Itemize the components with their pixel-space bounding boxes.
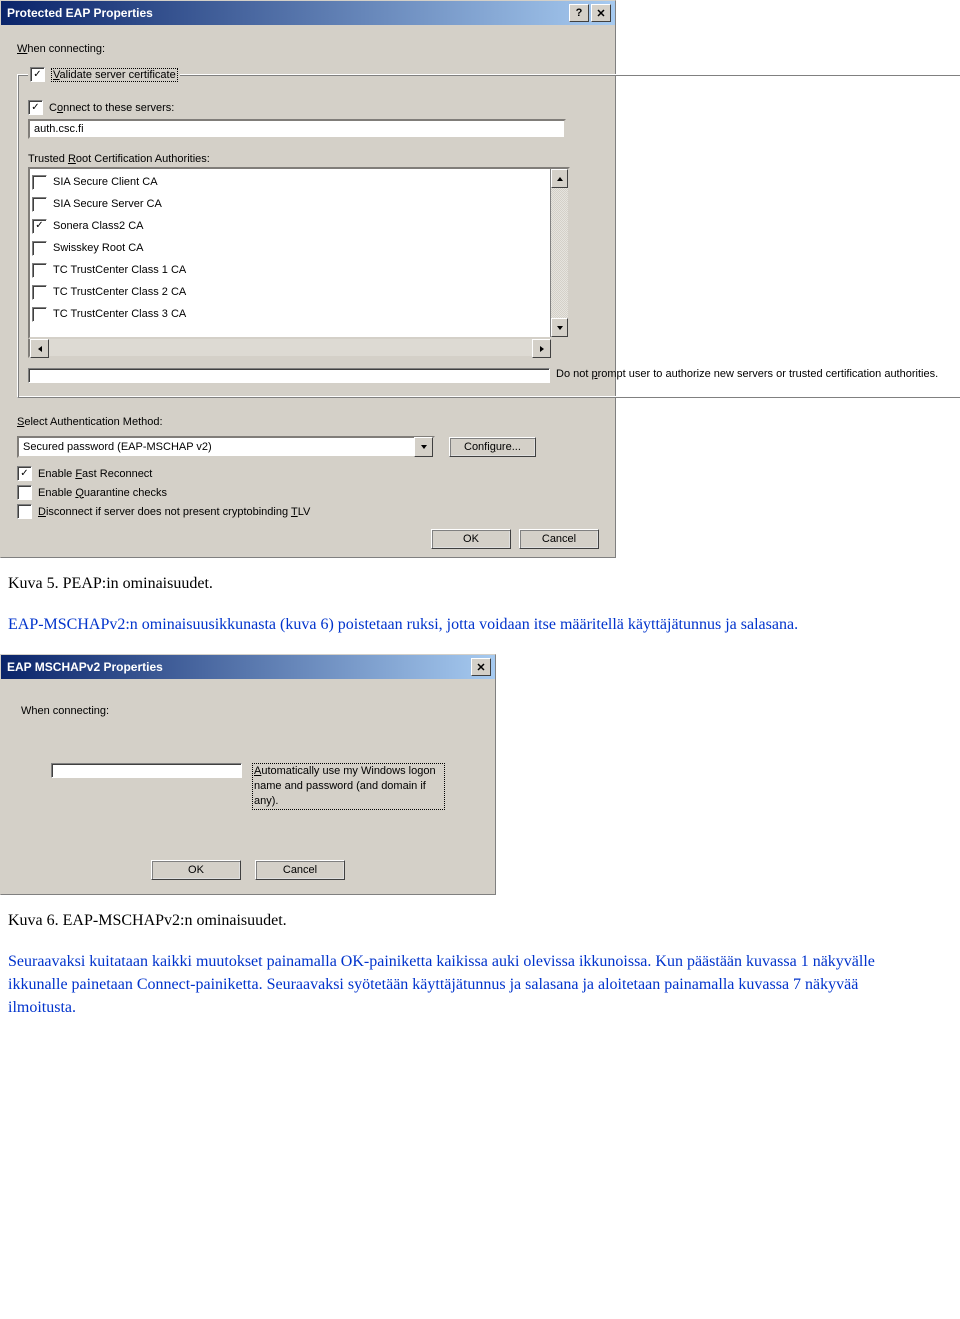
ca-checkbox[interactable]	[32, 285, 47, 300]
auth-method-value: Secured password (EAP-MSCHAP v2)	[23, 441, 212, 453]
doc-paragraph-1: EAP-MSCHAPv2:n ominaisuusikkunasta (kuva…	[8, 613, 908, 636]
combo-dropdown-button[interactable]	[414, 437, 433, 457]
quarantine-label: Enable Quarantine checks	[38, 487, 167, 499]
ca-label: TC TrustCenter Class 2 CA	[53, 286, 186, 298]
cryptobinding-checkbox[interactable]	[17, 504, 32, 519]
ok-button[interactable]: OK	[431, 529, 511, 549]
ca-label: SIA Secure Client CA	[53, 176, 158, 188]
connect-servers-checkbox[interactable]: ✓	[28, 100, 43, 115]
help-button[interactable]: ?	[569, 4, 589, 22]
list-item[interactable]: TC TrustCenter Class 3 CA	[32, 303, 548, 325]
scroll-left-button[interactable]	[30, 339, 49, 358]
ca-checkbox[interactable]	[32, 197, 47, 212]
ca-checkbox[interactable]	[32, 307, 47, 322]
ca-checkbox[interactable]	[32, 263, 47, 278]
help-icon: ?	[576, 7, 583, 19]
document-text-2: Kuva 6. EAP-MSCHAPv2:n ominaisuudet. Seu…	[8, 909, 908, 1020]
validate-cert-label: Validate server certificate	[51, 68, 178, 82]
figure-caption-6: Kuva 6. EAP-MSCHAPv2:n ominaisuudet.	[8, 909, 908, 932]
trusted-ca-listbox[interactable]: SIA Secure Client CA SIA Secure Server C…	[28, 167, 570, 339]
when-connecting-label: When connecting:	[21, 705, 475, 717]
when-connecting-label: When connecting:	[17, 43, 599, 55]
quarantine-checkbox[interactable]	[17, 485, 32, 500]
figure-caption-5: Kuva 5. PEAP:in ominaisuudet.	[8, 572, 908, 595]
scrollbar-corner	[551, 339, 568, 356]
dialog-title: EAP MSCHAPv2 Properties	[5, 660, 163, 674]
configure-button[interactable]: Configure...	[449, 437, 536, 457]
scroll-up-button[interactable]	[551, 169, 568, 188]
scroll-right-button[interactable]	[532, 339, 551, 358]
chevron-up-icon	[556, 175, 564, 183]
scroll-track[interactable]	[551, 188, 568, 318]
ca-checkbox[interactable]: ✓	[32, 219, 47, 234]
horizontal-scrollbar[interactable]	[28, 339, 570, 358]
ok-button[interactable]: OK	[151, 860, 241, 880]
auth-method-label: Select Authentication Method:	[17, 416, 599, 428]
ca-checkbox[interactable]	[32, 241, 47, 256]
close-icon: ✕	[476, 661, 485, 674]
protected-eap-dialog: Protected EAP Properties ? ✕ When connec…	[0, 0, 616, 558]
list-item[interactable]: ✓ Sonera Class2 CA	[32, 215, 548, 237]
ca-label: SIA Secure Server CA	[53, 198, 162, 210]
cancel-button[interactable]: Cancel	[519, 529, 599, 549]
document-text: Kuva 5. PEAP:in ominaisuudet. EAP-MSCHAP…	[8, 572, 908, 636]
ca-label: Sonera Class2 CA	[53, 220, 144, 232]
eap-mschapv2-dialog: EAP MSCHAPv2 Properties ✕ When connectin…	[0, 654, 496, 895]
fast-reconnect-label: Enable Fast Reconnect	[38, 468, 152, 480]
close-icon: ✕	[596, 7, 605, 20]
ca-label: Swisskey Root CA	[53, 242, 143, 254]
list-item[interactable]: SIA Secure Server CA	[32, 193, 548, 215]
chevron-down-icon	[556, 324, 564, 332]
ca-checkbox[interactable]	[32, 175, 47, 190]
scroll-track-h[interactable]	[49, 339, 532, 356]
list-item[interactable]: TC TrustCenter Class 1 CA	[32, 259, 548, 281]
list-item[interactable]: Swisskey Root CA	[32, 237, 548, 259]
close-button[interactable]: ✕	[591, 4, 611, 22]
validate-cert-checkbox[interactable]: ✓	[30, 67, 45, 82]
ca-label: TC TrustCenter Class 3 CA	[53, 308, 186, 320]
vertical-scrollbar[interactable]	[550, 169, 568, 337]
auto-logon-checkbox[interactable]	[51, 763, 242, 778]
no-prompt-checkbox[interactable]	[28, 368, 550, 383]
cryptobinding-label: Disconnect if server does not present cr…	[38, 506, 310, 518]
dialog-title: Protected EAP Properties	[5, 6, 153, 20]
close-button[interactable]: ✕	[471, 658, 491, 676]
list-item[interactable]: TC TrustCenter Class 2 CA	[32, 281, 548, 303]
doc-paragraph-2: Seuraavaksi kuitataan kaikki muutokset p…	[8, 950, 908, 1020]
cancel-button[interactable]: Cancel	[255, 860, 345, 880]
list-item[interactable]: SIA Secure Client CA	[32, 171, 548, 193]
auto-logon-label: Automatically use my Windows logon name …	[252, 763, 445, 810]
chevron-down-icon	[420, 443, 428, 451]
titlebar[interactable]: Protected EAP Properties ? ✕	[1, 1, 615, 25]
fast-reconnect-checkbox[interactable]: ✓	[17, 466, 32, 481]
validate-server-group: ✓ Validate server certificate ✓ Connect …	[17, 63, 960, 398]
servers-value: auth.csc.fi	[34, 123, 84, 135]
titlebar[interactable]: EAP MSCHAPv2 Properties ✕	[1, 655, 495, 679]
auth-method-combo[interactable]: Secured password (EAP-MSCHAP v2)	[17, 436, 435, 458]
connect-servers-label: Connect to these servers:	[49, 102, 174, 114]
servers-input[interactable]: auth.csc.fi	[28, 119, 566, 139]
scroll-down-button[interactable]	[551, 318, 568, 337]
no-prompt-label: Do not prompt user to authorize new serv…	[556, 368, 960, 380]
chevron-right-icon	[538, 345, 546, 353]
trca-label: Trusted Root Certification Authorities:	[28, 153, 960, 165]
chevron-left-icon	[36, 345, 44, 353]
ca-label: TC TrustCenter Class 1 CA	[53, 264, 186, 276]
